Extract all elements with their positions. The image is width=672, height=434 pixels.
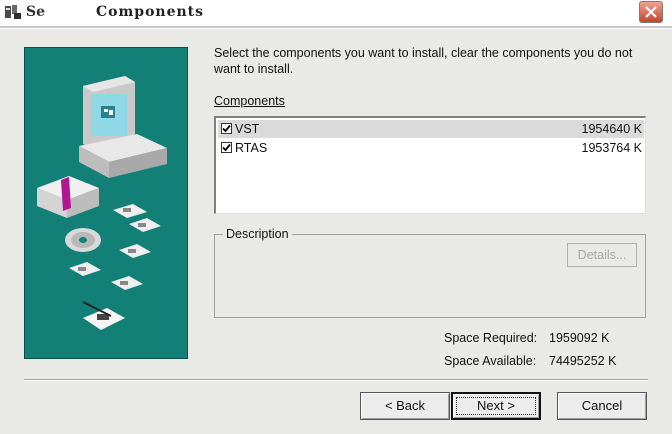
window-title-prefix: Se	[26, 4, 46, 20]
close-icon	[645, 6, 657, 18]
setup-computer-illustration	[37, 76, 167, 330]
component-item-vst[interactable]: VST 1954640 K	[218, 120, 644, 138]
cancel-button-label: Cancel	[581, 398, 623, 413]
window-title: Components	[96, 4, 205, 20]
rtas-checkbox[interactable]	[221, 142, 232, 153]
instructions-text: Select the components you want to instal…	[214, 46, 633, 76]
cancel-button[interactable]: Cancel	[557, 392, 647, 420]
component-name: VST	[235, 122, 260, 136]
space-available-value: 74495252 K	[549, 354, 617, 368]
checkmark-icon	[222, 124, 231, 133]
title-separator	[0, 26, 672, 29]
space-available-label: Space Available:	[444, 354, 537, 368]
installer-app-icon	[5, 5, 21, 19]
back-button-label: < Back	[384, 398, 426, 413]
component-size: 1953764 K	[581, 141, 642, 155]
close-button[interactable]	[639, 1, 663, 23]
component-size: 1954640 K	[581, 122, 642, 136]
setup-illustration-panel	[24, 47, 188, 359]
title-bar: Se Components	[0, 0, 672, 26]
description-label: Description	[223, 227, 292, 241]
checkmark-icon	[222, 143, 231, 152]
next-button[interactable]: Next >	[451, 392, 541, 420]
details-button[interactable]: Details...	[567, 243, 637, 267]
back-button[interactable]: < Back	[360, 392, 450, 420]
vst-checkbox[interactable]	[221, 123, 232, 134]
focus-ring	[456, 397, 536, 415]
space-required-label: Space Required:	[444, 331, 538, 345]
component-name: RTAS	[235, 141, 268, 155]
components-list[interactable]: VST 1954640 K RTAS 1953764 K	[214, 116, 646, 214]
component-item-rtas[interactable]: RTAS 1953764 K	[218, 139, 644, 157]
components-label-text: Components	[214, 94, 285, 108]
description-group: Description Details...	[214, 227, 646, 318]
space-required-value: 1959092 K	[549, 331, 610, 345]
button-separator	[24, 379, 648, 381]
components-label: Components	[214, 94, 285, 108]
